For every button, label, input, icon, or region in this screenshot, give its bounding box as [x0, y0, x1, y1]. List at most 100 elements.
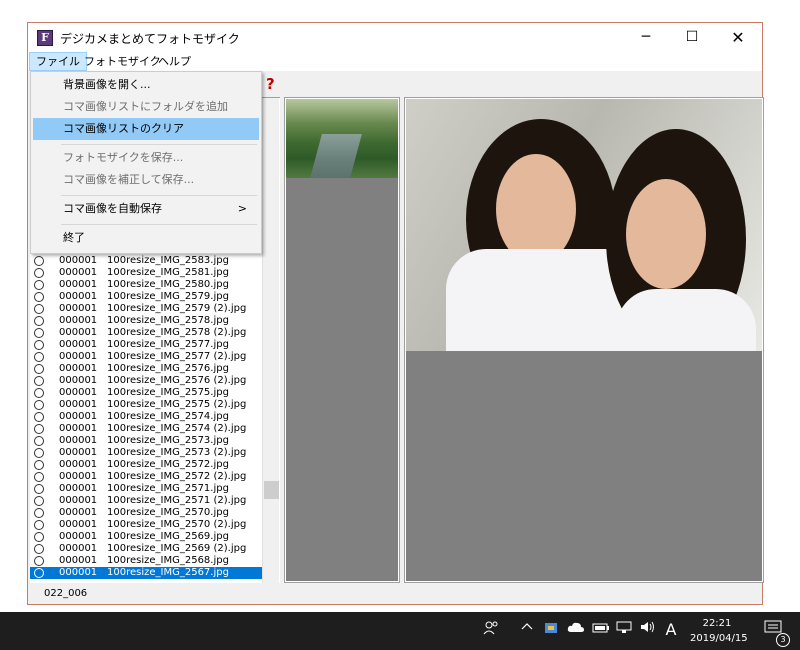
list-item[interactable]: 000001 100resize_IMG_2580.jpg [30, 279, 262, 291]
radio-button[interactable] [34, 520, 44, 530]
list-item[interactable]: 000001 100resize_IMG_2572.jpg [30, 459, 262, 471]
menu-auto-save[interactable]: コマ画像を自動保存 > [33, 198, 259, 220]
ime-indicator[interactable]: A [662, 620, 680, 640]
list-item[interactable]: 000001 100resize_IMG_2570.jpg [30, 507, 262, 519]
list-item-filename: 100resize_IMG_2577 (2).jpg [107, 351, 247, 362]
volume-icon[interactable] [638, 620, 658, 640]
menu-clear-list[interactable]: コマ画像リストのクリア [33, 118, 259, 140]
list-item-count: 000001 [59, 531, 98, 542]
list-item[interactable]: 000001 100resize_IMG_2574 (2).jpg [30, 423, 262, 435]
list-item-count: 000001 [59, 435, 98, 446]
scrollbar-thumb[interactable] [264, 481, 279, 499]
radio-button[interactable] [34, 400, 44, 410]
list-item-filename: 100resize_IMG_2577.jpg [107, 339, 229, 350]
list-item[interactable]: 000001 100resize_IMG_2578 (2).jpg [30, 327, 262, 339]
list-item[interactable]: 000001 100resize_IMG_2578.jpg [30, 315, 262, 327]
right-person-face [626, 179, 706, 289]
list-item[interactable]: 000001 100resize_IMG_2574.jpg [30, 411, 262, 423]
radio-button[interactable] [34, 460, 44, 470]
radio-button[interactable] [34, 556, 44, 566]
list-item[interactable]: 000001 100resize_IMG_2577 (2).jpg [30, 351, 262, 363]
preview-panel [404, 97, 764, 583]
list-item[interactable]: 000001 100resize_IMG_2568.jpg [30, 555, 262, 567]
radio-button[interactable] [34, 508, 44, 518]
help-question-icon[interactable]: ? [266, 75, 275, 93]
list-item[interactable]: 000001 100resize_IMG_2579 (2).jpg [30, 303, 262, 315]
onedrive-cloud-icon[interactable] [566, 620, 586, 640]
app-tray-icon[interactable] [542, 620, 560, 640]
list-item-count: 000001 [59, 387, 98, 398]
title-bar[interactable]: F デジカメまとめてフォトモザイク ─ ☐ ✕ [28, 23, 762, 52]
window-title: デジカメまとめてフォトモザイク [60, 32, 240, 46]
radio-button[interactable] [34, 532, 44, 542]
radio-button[interactable] [34, 280, 44, 290]
list-item[interactable]: 000001 100resize_IMG_2569.jpg [30, 531, 262, 543]
radio-button[interactable] [34, 424, 44, 434]
radio-button[interactable] [34, 304, 44, 314]
menu-bar: ファイル フォトモザイク ヘルプ [28, 52, 762, 71]
radio-button[interactable] [34, 256, 44, 266]
minimize-button[interactable]: ─ [623, 23, 669, 52]
list-item[interactable]: 000001 100resize_IMG_2581.jpg [30, 267, 262, 279]
list-item[interactable]: 000001 100resize_IMG_2579.jpg [30, 291, 262, 303]
background-thumbnail-image[interactable] [286, 99, 398, 178]
radio-button[interactable] [34, 436, 44, 446]
radio-button[interactable] [34, 316, 44, 326]
menu-correct-save[interactable]: コマ画像を補正して保存... [33, 169, 259, 191]
radio-button[interactable] [34, 484, 44, 494]
list-item-filename: 100resize_IMG_2576.jpg [107, 363, 229, 374]
list-item[interactable]: 000001 100resize_IMG_2583.jpg [30, 255, 262, 267]
list-item-filename: 100resize_IMG_2573 (2).jpg [107, 447, 247, 458]
list-item[interactable]: 000001 100resize_IMG_2576 (2).jpg [30, 375, 262, 387]
list-scrollbar[interactable] [262, 98, 279, 583]
list-item-filename: 100resize_IMG_2569.jpg [107, 531, 229, 542]
radio-button[interactable] [34, 568, 44, 578]
close-button[interactable]: ✕ [715, 23, 761, 52]
list-item-filename: 100resize_IMG_2575 (2).jpg [107, 399, 247, 410]
list-item[interactable]: 000001 100resize_IMG_2571.jpg [30, 483, 262, 495]
people-icon[interactable] [482, 620, 500, 640]
list-item[interactable]: 000001 100resize_IMG_2569 (2).jpg [30, 543, 262, 555]
menu-add-folder[interactable]: コマ画像リストにフォルダを追加 [33, 96, 259, 118]
list-item[interactable]: 000001 100resize_IMG_2571 (2).jpg [30, 495, 262, 507]
list-item[interactable]: 000001 100resize_IMG_2577.jpg [30, 339, 262, 351]
menu-exit[interactable]: 終了 [33, 227, 259, 249]
radio-button[interactable] [34, 388, 44, 398]
menu-help[interactable]: ヘルプ [152, 52, 197, 71]
list-item-filename: 100resize_IMG_2570 (2).jpg [107, 519, 247, 530]
radio-button[interactable] [34, 292, 44, 302]
list-item[interactable]: 000001 100resize_IMG_2573.jpg [30, 435, 262, 447]
radio-button[interactable] [34, 376, 44, 386]
radio-button[interactable] [34, 340, 44, 350]
battery-icon[interactable] [591, 620, 611, 640]
photo-preview-image[interactable] [406, 99, 762, 351]
network-icon[interactable] [614, 620, 634, 640]
list-item[interactable]: 000001 100resize_IMG_2575.jpg [30, 387, 262, 399]
list-item[interactable]: 000001 100resize_IMG_2570 (2).jpg [30, 519, 262, 531]
list-item-count: 000001 [59, 375, 98, 386]
list-item-count: 000001 [59, 495, 98, 506]
radio-button[interactable] [34, 364, 44, 374]
radio-button[interactable] [34, 412, 44, 422]
menu-open-background[interactable]: 背景画像を開く... [33, 74, 259, 96]
radio-button[interactable] [34, 496, 44, 506]
list-item-filename: 100resize_IMG_2578.jpg [107, 315, 229, 326]
radio-button[interactable] [34, 352, 44, 362]
radio-button[interactable] [34, 268, 44, 278]
taskbar-clock[interactable]: 22:21 2019/04/15 [690, 616, 748, 646]
chevron-up-icon[interactable] [518, 620, 536, 640]
radio-button[interactable] [34, 472, 44, 482]
radio-button[interactable] [34, 544, 44, 554]
list-item[interactable]: 000001 100resize_IMG_2576.jpg [30, 363, 262, 375]
list-item[interactable]: 000001 100resize_IMG_2575 (2).jpg [30, 399, 262, 411]
radio-button[interactable] [34, 448, 44, 458]
list-item[interactable]: 000001 100resize_IMG_2573 (2).jpg [30, 447, 262, 459]
list-item[interactable]: 000001 100resize_IMG_2567.jpg [30, 567, 262, 579]
list-item-filename: 100resize_IMG_2579 (2).jpg [107, 303, 247, 314]
maximize-button[interactable]: ☐ [669, 23, 715, 52]
app-icon[interactable]: F [37, 30, 53, 46]
list-item[interactable]: 000001 100resize_IMG_2572 (2).jpg [30, 471, 262, 483]
menu-separator [61, 195, 257, 196]
radio-button[interactable] [34, 328, 44, 338]
menu-save-mosaic[interactable]: フォトモザイクを保存... [33, 147, 259, 169]
